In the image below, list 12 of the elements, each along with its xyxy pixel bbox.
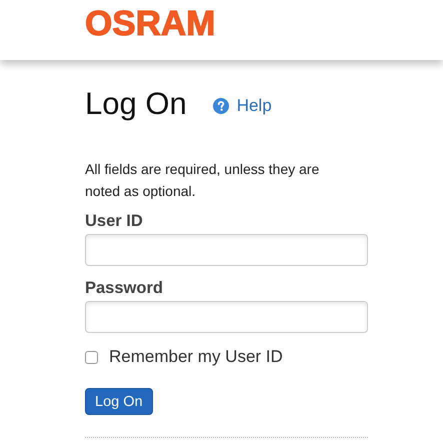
logo: OSRAM [85,5,216,43]
checkbox-label: Remember my User ID [109,346,283,368]
checkbox[interactable] [85,350,98,364]
input-field[interactable] [85,301,368,333]
input-field[interactable] [85,234,368,266]
page-title: Log On [85,85,187,123]
help-link[interactable]: Help [212,96,272,116]
log-on-button[interactable]: Log On [85,388,153,415]
instructions-text: All fields are required, unless they are noted as optional. [85,160,320,201]
field-label: Password [85,278,164,298]
help-icon [212,98,229,114]
field-label: User ID [85,211,144,231]
